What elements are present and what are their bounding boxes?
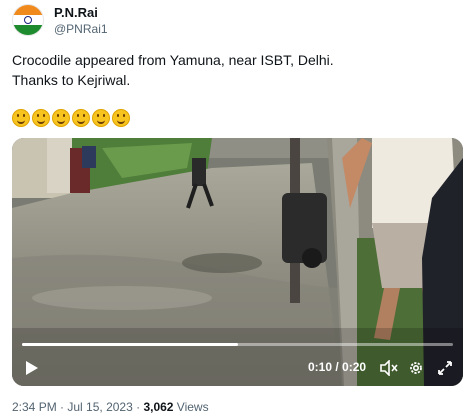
views-label: Views xyxy=(173,400,209,414)
video-player[interactable]: 0:10 / 0:20 xyxy=(12,138,463,386)
grinning-face-emoji-icon xyxy=(32,109,50,128)
video-current-time: 0:10 xyxy=(308,360,333,374)
meta-separator: · xyxy=(132,400,144,414)
gear-icon xyxy=(410,362,422,374)
tweet-line-1: Crocodile appeared from Yamuna, near ISB… xyxy=(12,52,334,68)
volume-muted-icon xyxy=(380,359,398,377)
author-display-name[interactable]: P.N.Rai xyxy=(54,5,98,20)
play-button[interactable] xyxy=(24,360,40,376)
tweet-date-link[interactable]: Jul 15, 2023 xyxy=(67,400,132,414)
grinning-face-emoji-icon xyxy=(12,109,30,128)
video-frame xyxy=(12,138,463,386)
emoji-row xyxy=(12,108,132,128)
avatar[interactable] xyxy=(12,4,44,36)
ashoka-chakra-icon xyxy=(24,16,32,24)
video-time-display: 0:10 / 0:20 xyxy=(308,360,366,374)
tweet-text: Crocodile appeared from Yamuna, near ISB… xyxy=(12,50,334,90)
grinning-face-emoji-icon xyxy=(92,109,110,128)
video-duration: 0:20 xyxy=(342,360,367,374)
grinning-face-emoji-icon xyxy=(52,109,70,128)
fullscreen-button[interactable] xyxy=(437,360,453,376)
video-time-separator: / xyxy=(332,360,343,374)
settings-button[interactable] xyxy=(408,360,424,376)
views-count: 3,062 xyxy=(143,400,174,414)
flag-green-band xyxy=(13,24,43,35)
video-progress-fill xyxy=(22,343,238,346)
play-icon xyxy=(26,361,38,375)
tweet-metadata: 2:34 PM · Jul 15, 2023 · 3,062 Views xyxy=(12,400,209,414)
author-handle[interactable]: @PNRai1 xyxy=(54,22,108,36)
tweet-line-2: Thanks to Kejriwal. xyxy=(12,72,131,88)
grinning-face-emoji-icon xyxy=(72,109,90,128)
meta-separator: · xyxy=(56,400,68,414)
fullscreen-icon xyxy=(438,361,452,375)
tweet-time-link[interactable]: 2:34 PM xyxy=(12,400,57,414)
flag-saffron-band xyxy=(13,5,43,16)
grinning-face-emoji-icon xyxy=(112,109,130,128)
mute-button[interactable] xyxy=(380,359,398,377)
video-progress-bar[interactable] xyxy=(22,343,453,346)
